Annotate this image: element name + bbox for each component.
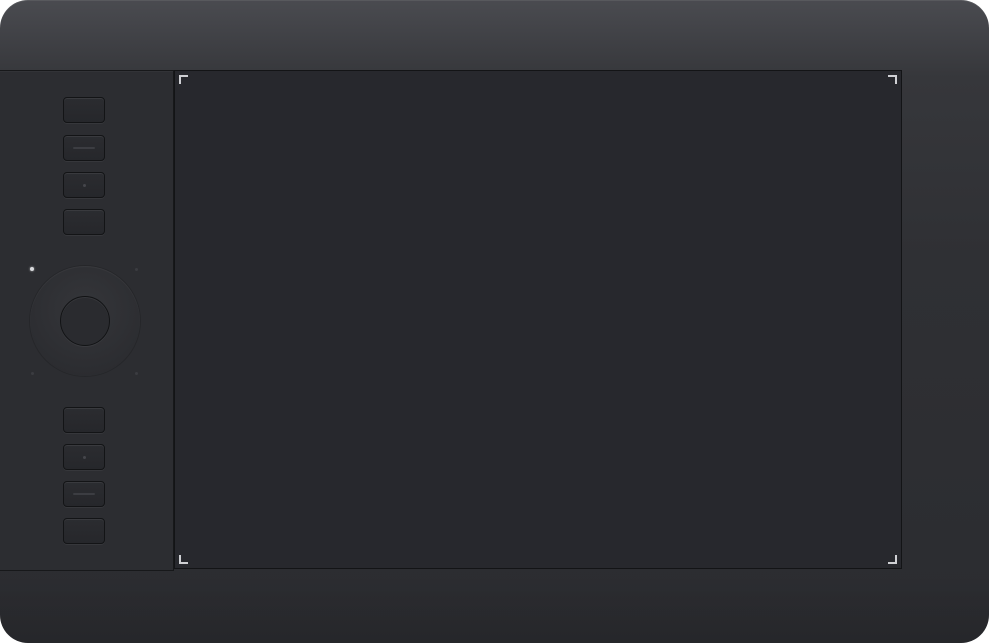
- express-key-6[interactable]: [63, 444, 105, 470]
- touch-ring-mode-led-3: [31, 372, 34, 375]
- line-mark-icon: [73, 147, 95, 149]
- express-key-2[interactable]: [63, 135, 105, 161]
- express-key-4[interactable]: [63, 209, 105, 235]
- dot-mark-icon: [82, 183, 86, 187]
- corner-bracket-icon: [179, 555, 188, 564]
- express-key-8[interactable]: [63, 518, 105, 544]
- corner-bracket-icon: [888, 555, 897, 564]
- active-area[interactable]: [174, 70, 902, 569]
- touch-ring-center-button[interactable]: [60, 296, 110, 346]
- pen-tablet: [0, 0, 989, 643]
- touch-ring-mode-led-1: [30, 267, 34, 271]
- corner-bracket-icon: [888, 75, 897, 84]
- express-key-5[interactable]: [63, 407, 105, 433]
- line-mark-icon: [73, 493, 95, 495]
- corner-bracket-icon: [179, 75, 188, 84]
- touch-ring-mode-led-2: [135, 268, 138, 271]
- express-key-7[interactable]: [63, 481, 105, 507]
- express-key-3[interactable]: [63, 172, 105, 198]
- touch-ring-mode-led-4: [135, 372, 138, 375]
- express-key-1[interactable]: [63, 97, 105, 123]
- dot-mark-icon: [82, 455, 86, 459]
